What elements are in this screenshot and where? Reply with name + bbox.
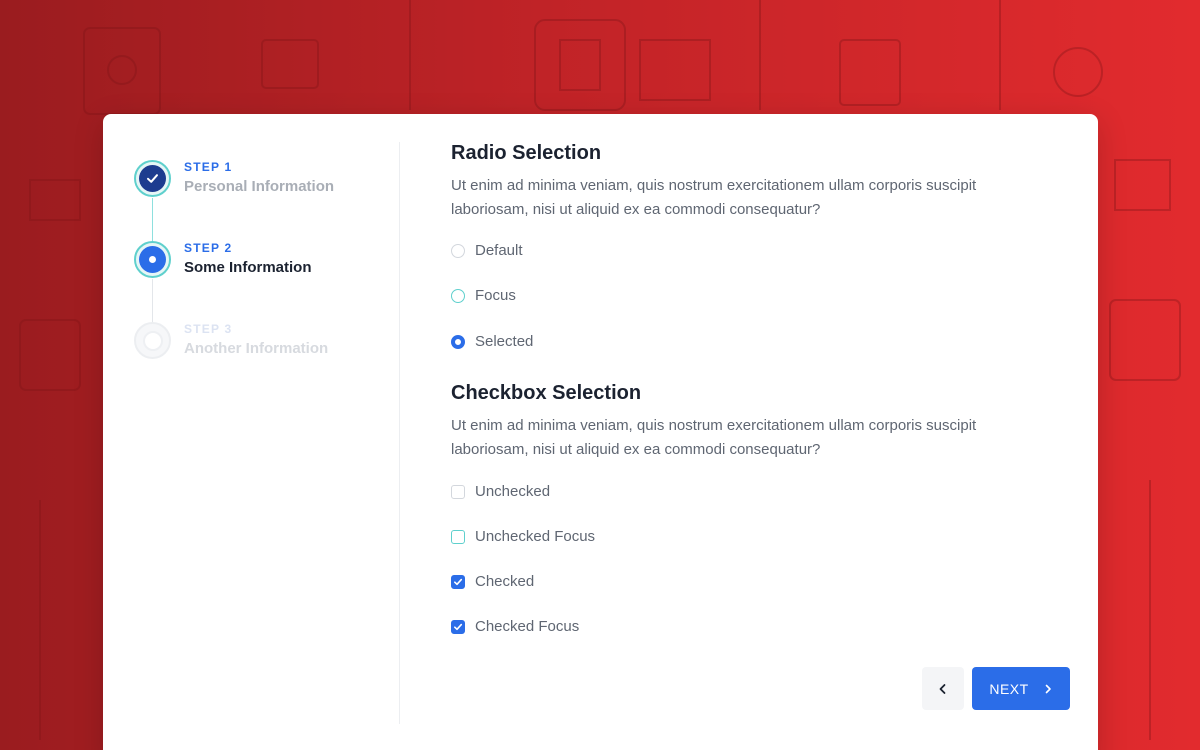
checkbox-section-description: Ut enim ad minima veniam, quis nostrum e… xyxy=(451,417,977,458)
chevron-left-icon xyxy=(939,683,946,694)
radio-option-label: Selected xyxy=(475,333,534,350)
check-icon xyxy=(147,174,158,183)
step-connector-upcoming xyxy=(152,279,153,324)
checkbox-option-label: Checked Focus xyxy=(475,618,580,635)
step-title: Personal Information xyxy=(184,178,335,195)
radio-section-description: Ut enim ad minima veniam, quis nostrum e… xyxy=(451,177,977,218)
radio-button[interactable] xyxy=(451,288,465,303)
check-icon xyxy=(454,578,463,585)
radio-option-label: Default xyxy=(475,242,523,259)
checkbox-option-unchecked-focus[interactable]: Unchecked Focus xyxy=(451,528,595,545)
step-label: STEP 2 xyxy=(184,241,233,255)
step-label: STEP 3 xyxy=(184,322,233,336)
dot-icon xyxy=(149,256,156,263)
step-active-indicator xyxy=(134,241,171,278)
checkbox-option-label: Unchecked Focus xyxy=(475,528,596,545)
vertical-divider xyxy=(399,142,400,724)
next-button-label: NEXT xyxy=(989,680,1029,697)
step-another-information[interactable]: STEP 3 Another Information xyxy=(134,322,328,359)
next-button[interactable]: NEXT xyxy=(972,667,1070,710)
radio-option-default[interactable]: Default xyxy=(451,242,523,259)
checkbox-option-checked-focus[interactable]: Checked Focus xyxy=(451,618,579,635)
radio-option-focus[interactable]: Focus xyxy=(451,287,516,304)
checkbox[interactable] xyxy=(451,529,465,544)
checkbox-checked[interactable] xyxy=(451,619,465,634)
radio-option-selected[interactable]: Selected xyxy=(451,333,533,350)
step-upcoming-indicator xyxy=(134,322,171,359)
checkbox-section-title: Checkbox Selection xyxy=(451,382,642,404)
checkbox[interactable] xyxy=(451,484,465,499)
checkbox-option-label: Checked xyxy=(475,573,535,590)
check-icon xyxy=(454,623,463,630)
radio-option-label: Focus xyxy=(475,287,516,304)
step-label: STEP 1 xyxy=(184,160,233,174)
step-connector-completed xyxy=(152,198,153,243)
checkbox-checked[interactable] xyxy=(451,574,465,589)
radio-button-selected[interactable] xyxy=(451,334,465,349)
wizard-card: STEP 1 Personal Information STEP 2 Some … xyxy=(103,114,1098,750)
radio-section-title: Radio Selection xyxy=(451,142,602,164)
checkbox-option-unchecked[interactable]: Unchecked xyxy=(451,483,550,500)
chevron-right-icon xyxy=(1045,684,1051,693)
checkbox-option-label: Unchecked xyxy=(475,483,551,500)
step-personal-information[interactable]: STEP 1 Personal Information xyxy=(134,160,334,197)
step-some-information[interactable]: STEP 2 Some Information xyxy=(134,241,312,278)
checkbox-option-checked[interactable]: Checked xyxy=(451,573,534,590)
step-title: Another Information xyxy=(184,340,329,357)
radio-button[interactable] xyxy=(451,243,465,258)
back-button[interactable] xyxy=(922,667,964,710)
step-completed-indicator xyxy=(134,160,171,197)
step-title: Some Information xyxy=(184,259,312,276)
